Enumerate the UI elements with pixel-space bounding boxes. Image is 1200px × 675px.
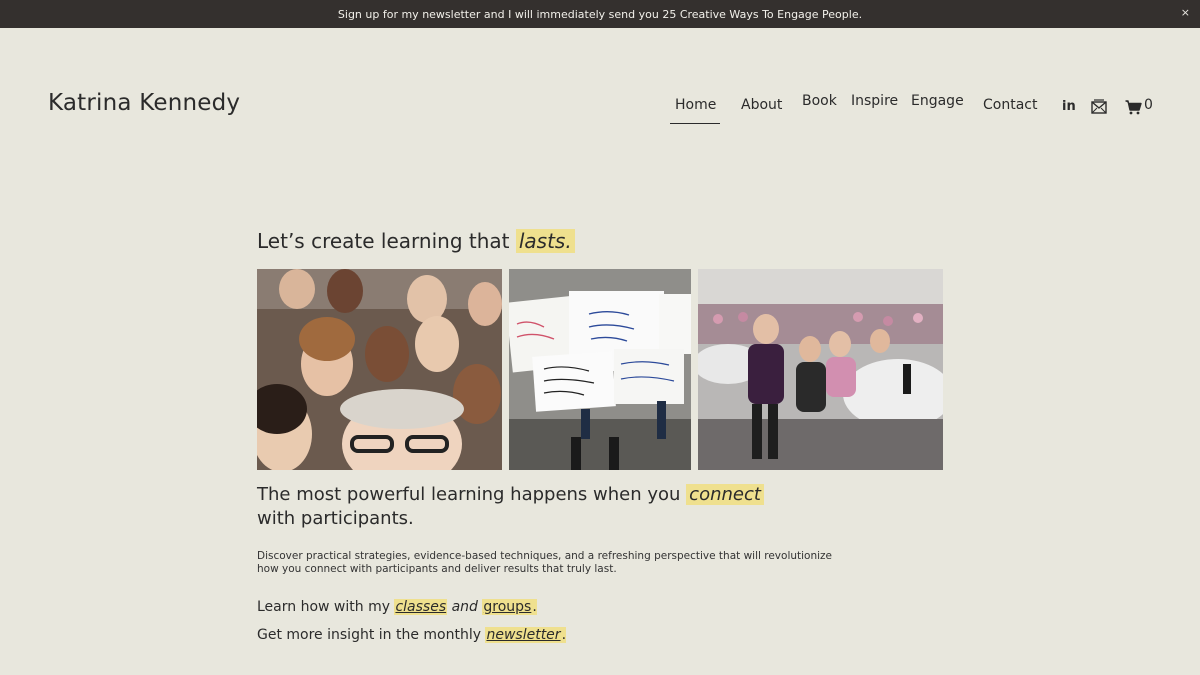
email-icon[interactable] — [1091, 99, 1107, 114]
newsletter-link[interactable]: newsletter — [485, 627, 562, 643]
conference-photo — [698, 269, 943, 470]
hero-title-text: Let’s create learning that — [257, 229, 516, 253]
classes-link[interactable]: classes — [394, 599, 448, 615]
subheading-text: The most powerful learning happens when … — [257, 484, 687, 505]
nav-engage[interactable]: Engage — [911, 93, 964, 109]
announcement-text[interactable]: Sign up for my newsletter and I will imm… — [338, 8, 862, 21]
group-selfie-photo — [257, 269, 502, 470]
learn-line: Learn how with my classes and groups. — [257, 599, 537, 615]
groups-link[interactable]: groups — [482, 599, 533, 615]
subheading: The most powerful learning happens when … — [257, 483, 817, 531]
whiteboards-photo — [509, 269, 691, 470]
nav-active-underline — [670, 123, 720, 124]
insight-prefix: Get more insight in the monthly — [257, 627, 486, 643]
hero-title-highlight: lasts. — [515, 229, 575, 253]
site-title[interactable]: Katrina Kennedy — [48, 90, 240, 116]
nav-inspire[interactable]: Inspire — [851, 93, 898, 109]
linkedin-icon[interactable]: in — [1062, 99, 1076, 114]
hero-title: Let’s create learning that lasts. — [257, 229, 575, 253]
learn-end: . — [532, 599, 537, 615]
nav-about[interactable]: About — [741, 97, 782, 113]
subheading-highlight: connect — [686, 484, 764, 505]
learn-prefix: Learn how with my — [257, 599, 395, 615]
insight-end: . — [561, 627, 567, 643]
insight-line: Get more insight in the monthly newslett… — [257, 627, 567, 643]
nav-home[interactable]: Home — [675, 97, 716, 113]
nav-contact[interactable]: Contact — [983, 97, 1037, 113]
nav-book[interactable]: Book — [802, 93, 837, 109]
cart-count[interactable]: 0 — [1144, 97, 1153, 113]
subheading-suffix: with participants. — [257, 508, 414, 529]
close-icon[interactable]: × — [1181, 6, 1190, 19]
learn-and: and — [447, 599, 483, 615]
announcement-bar[interactable]: Sign up for my newsletter and I will imm… — [0, 0, 1200, 28]
intro-paragraph: Discover practical strategies, evidence-… — [257, 550, 833, 575]
cart-icon[interactable] — [1125, 100, 1142, 115]
